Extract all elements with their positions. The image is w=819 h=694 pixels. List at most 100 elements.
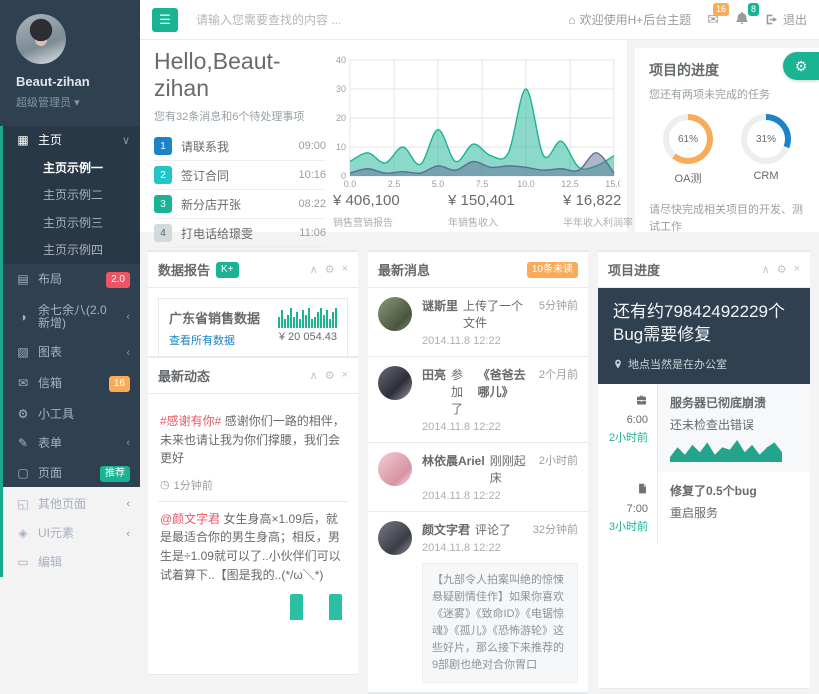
logout-button[interactable]: 退出 (765, 11, 807, 28)
svg-text:40: 40 (336, 55, 346, 65)
bug-banner-title: 还有约79842492229个Bug需要修复 (613, 301, 795, 347)
chart-icon: ▨ (16, 346, 30, 359)
diamond-icon: ◈ (16, 527, 30, 540)
chevron-left-icon: ‹ (126, 437, 130, 449)
sidebar-item-other-pages[interactable]: ◱ 其他页面 ‹ (3, 490, 140, 519)
close-icon[interactable]: × (794, 263, 800, 276)
avatar[interactable] (378, 366, 412, 400)
message-user-link[interactable]: 林依晨Ariel (422, 452, 485, 486)
theme-config-button[interactable]: ⚙ (783, 52, 819, 80)
message-user-link[interactable]: 颜文字君 (422, 521, 470, 538)
todo-time: 11:06 (299, 227, 326, 239)
project-timeline-panel: 项目进度 ∧ ⚙ × 还有约79842492229个Bug需要修复 地点当然是在… (598, 250, 810, 689)
event-description: 重启服务 (670, 504, 798, 521)
avatar[interactable] (378, 297, 412, 331)
messages-dropdown-button[interactable]: ✉ 16 (707, 11, 719, 28)
caret-down-icon: ▾ (74, 97, 80, 109)
sidebar-item-charts[interactable]: ▨ 图表 ‹ (3, 338, 140, 367)
panel-content: 还有约79842492229个Bug需要修复 地点当然是在办公室 6:00 2小… (598, 288, 810, 689)
todo-label: 新分店开张 (181, 196, 241, 213)
panel-header: 最新动态 ∧ ⚙ × (148, 356, 358, 394)
message-user-link[interactable]: 田亮 (422, 366, 446, 417)
collapse-icon[interactable]: ∧ (310, 263, 318, 276)
sidebar-toggle-button[interactable]: ☰ (152, 8, 178, 32)
sidebar-item-layouts[interactable]: ▤ 布局 2.0 (3, 264, 140, 296)
close-icon[interactable]: × (342, 369, 348, 382)
message-date: 2014.11.8 12:22 (422, 421, 578, 433)
todo-number-badge: 1 (154, 137, 172, 155)
message-user-link[interactable]: 谜斯里 (422, 297, 458, 331)
donut-chart: 61% (663, 114, 713, 164)
chevron-left-icon: ‹ (126, 347, 130, 359)
chevron-left-icon: ‹ (126, 498, 130, 510)
sidebar: Beaut-zihan 超级管理员 ▾ ▦ 主页 ∨ 主页示例一 主页示例二 主… (0, 0, 140, 487)
donut-percent: 61% (669, 120, 707, 158)
close-icon[interactable]: × (342, 263, 348, 276)
todo-item[interactable]: 3 新分店开张 08:22 (154, 190, 326, 219)
home-submenu: 主页示例一 主页示例二 主页示例三 主页示例四 (3, 155, 140, 264)
dashboard-page: { "theme":{"primary":"#1ab394","danger":… (0, 0, 819, 487)
stat-block: ¥ 16,822 半年收入利润率 (563, 192, 633, 229)
sidebar-item-yuqiyuba[interactable]: ◑ 余七余八(2.0新增) ‹ (3, 296, 140, 338)
message-item: 林依晨Ariel 刚刚起床 2小时前 2014.11.8 12:22 (368, 443, 588, 512)
search-input[interactable] (194, 12, 428, 28)
donut-oa: 61% OA测 (663, 114, 713, 186)
todo-item[interactable]: 4 打电话给璟雯 11:06 (154, 219, 326, 248)
svg-text:12.5: 12.5 (561, 179, 579, 189)
hashtag-link[interactable]: #感谢有你# (160, 414, 221, 428)
sidebar-item-home[interactable]: ▦ 主页 ∨ (3, 126, 140, 155)
event-time: 6:00 (598, 414, 648, 426)
user-role-dropdown[interactable]: 超级管理员 ▾ (16, 94, 126, 110)
clock-icon: ◷ (160, 478, 170, 491)
pages-icon: ◱ (16, 498, 30, 511)
wrench-icon[interactable]: ⚙ (325, 369, 335, 382)
wrench-icon[interactable]: ⚙ (325, 263, 335, 276)
alert-count-badge: 8 (748, 3, 759, 16)
home-icon: ⌂ (568, 13, 575, 27)
view-all-data-link[interactable]: 查看所有数据 (169, 332, 260, 348)
user-avatar[interactable] (16, 14, 66, 64)
panel-title: 项目进度 (608, 260, 660, 279)
gear-icon: ⚙ (795, 58, 808, 75)
wrench-icon[interactable]: ⚙ (777, 263, 787, 276)
sidebar-item-widgets[interactable]: ⚙ 小工具 (3, 400, 140, 429)
mention-link[interactable]: @颜文字君 (160, 512, 220, 526)
sidebar-subitem-example1[interactable]: 主页示例一 (3, 155, 140, 182)
welcome-text: ⌂ 欢迎使用H+后台主题 (568, 11, 691, 28)
avatar[interactable] (378, 452, 412, 486)
overview-note: 请尽快完成相关项目的开发、测试工作 (649, 202, 805, 235)
todo-item[interactable]: 2 签订合同 10:16 (154, 161, 326, 190)
message-item: 颜文字君 评论了 32分钟前 2014.11.8 12:22 【九部令人拍案叫绝… (368, 512, 588, 693)
sidebar-item-mailbox[interactable]: ✉ 信箱 16 (3, 368, 140, 400)
sidebar-item-editor[interactable]: ▭ 编辑 (3, 548, 140, 577)
sales-sparkline (278, 308, 337, 328)
stat-value: ¥ 16,822 (563, 192, 633, 209)
sidebar-item-ui-elements[interactable]: ◈ UI元素 ‹ (3, 519, 140, 548)
sidebar-item-forms[interactable]: ✎ 表单 ‹ (3, 429, 140, 458)
envelope-icon: ✉ (16, 377, 30, 390)
sidebar-subitem-example3[interactable]: 主页示例三 (3, 210, 140, 237)
widgets-icon: ⚙ (16, 408, 30, 421)
recommend-badge: 推荐 (100, 466, 130, 482)
sidebar-subitem-example4[interactable]: 主页示例四 (3, 237, 140, 264)
donut-percent: 31% (747, 120, 785, 158)
feed-timestamp: ◷ 1分钟前 (160, 477, 346, 493)
feed-embedded-image (160, 594, 346, 620)
chevron-left-icon: ‹ (126, 528, 130, 540)
avatar[interactable] (378, 521, 412, 555)
sidebar-subitem-example2[interactable]: 主页示例二 (3, 182, 140, 209)
panel-title: 项目的进度 (649, 60, 805, 80)
message-date: 2014.11.8 12:22 (422, 490, 578, 502)
image-bar (290, 594, 303, 620)
message-item: 田亮 参加了 《爸爸去哪儿》 2个月前 2014.11.8 12:22 (368, 357, 588, 443)
collapse-icon[interactable]: ∧ (310, 369, 318, 382)
stat-label: 年销售收入 (448, 214, 515, 229)
bug-banner: 还有约79842492229个Bug需要修复 地点当然是在办公室 (598, 288, 810, 384)
todo-item[interactable]: 1 请联系我 09:00 (154, 132, 326, 161)
hello-subtitle: 您有32条消息和6个待处理事项 (154, 108, 326, 124)
collapse-icon[interactable]: ∧ (762, 263, 770, 276)
editor-icon: ▭ (16, 556, 30, 569)
alerts-dropdown-button[interactable]: 8 (735, 11, 749, 28)
event-ago: 2小时前 (598, 429, 648, 445)
sidebar-item-pages[interactable]: ▢ 页面 推荐 (3, 458, 140, 490)
